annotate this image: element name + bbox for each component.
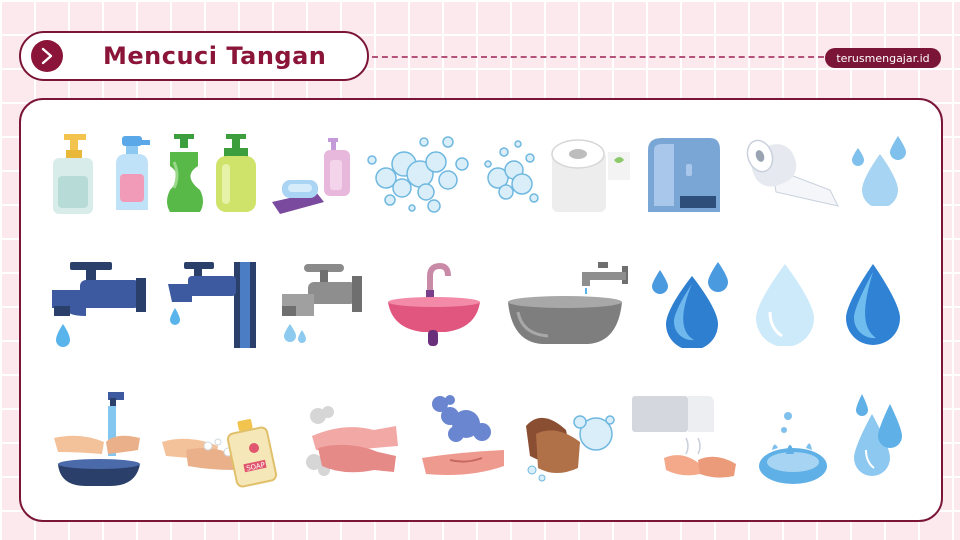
hands-under-dryer-icon bbox=[630, 394, 742, 482]
small-bubbles-icon bbox=[480, 134, 542, 214]
light-water-drop-icon bbox=[752, 262, 818, 346]
blue-water-drop-icon bbox=[842, 262, 904, 346]
page-title: Mencuci Tangan bbox=[103, 42, 327, 70]
hand-dryer-icon bbox=[644, 136, 722, 216]
brand-badge: terusmengajar.id bbox=[825, 48, 941, 68]
soap-bar-and-pump-icon bbox=[268, 136, 356, 216]
falling-drops-icon bbox=[852, 394, 906, 478]
soap-bubbles-icon bbox=[362, 134, 472, 214]
water-drops-blue-icon bbox=[650, 262, 732, 348]
toilet-paper-roll-icon bbox=[548, 136, 632, 216]
dark-faucet-icon bbox=[52, 262, 148, 350]
green-soap-bottle-icon bbox=[160, 132, 210, 216]
hand-with-foam-icon bbox=[420, 394, 506, 482]
header-divider bbox=[372, 56, 824, 58]
title-pill: Mencuci Tangan bbox=[19, 31, 369, 81]
hands-scrubbing-icon bbox=[304, 404, 402, 488]
wall-faucet-icon bbox=[168, 262, 258, 348]
chevron-right-icon bbox=[31, 40, 63, 72]
water-splash-icon bbox=[756, 410, 830, 488]
washing-hands-basin-icon bbox=[50, 392, 146, 488]
spray-bottle-icon bbox=[108, 134, 154, 214]
hands-with-bubbles-icon bbox=[522, 406, 616, 486]
gray-basin-faucet-icon bbox=[508, 262, 630, 348]
yellow-soap-bottle-icon bbox=[212, 132, 258, 214]
paper-towel-roll-icon bbox=[742, 138, 840, 210]
gray-faucet-icon bbox=[280, 262, 364, 346]
hands-with-soap-bottle-icon: SOAP bbox=[158, 416, 292, 488]
soap-pump-bottle-icon bbox=[50, 132, 96, 216]
pink-sink-icon bbox=[386, 262, 482, 348]
water-drops-icon bbox=[850, 134, 910, 206]
